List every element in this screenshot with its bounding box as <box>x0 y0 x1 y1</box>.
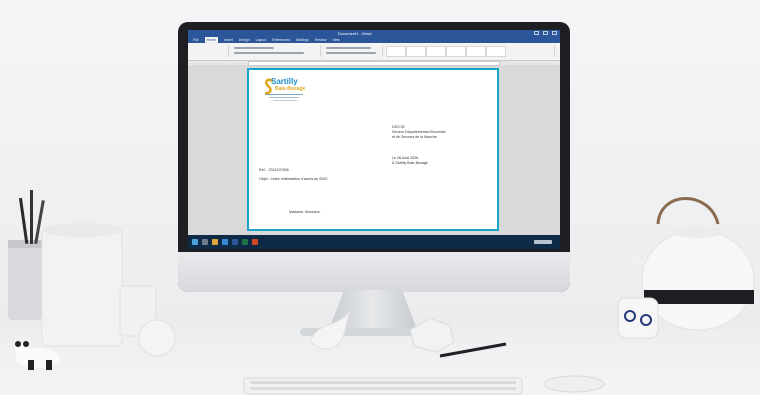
desk-foreground <box>243 309 605 395</box>
style-heading1[interactable] <box>426 46 446 57</box>
word-title-bar: Document1 - Word <box>188 30 560 37</box>
window-title: Document1 - Word <box>338 31 372 36</box>
powerpoint-icon[interactable] <box>252 239 258 245</box>
excel-icon[interactable] <box>242 239 248 245</box>
bird-figurine <box>309 309 351 350</box>
logo-subtitle: Baie-Bocage <box>275 86 306 92</box>
editing-group[interactable] <box>524 45 555 57</box>
ribbon-toolbar <box>188 43 560 61</box>
monitor-screen: Document1 - Word File Home Insert Design… <box>188 30 560 249</box>
recipient-line-1: DDS 50 <box>392 125 405 129</box>
pencil-cup <box>8 240 42 320</box>
date-line-1: Le 26 Août 2026, <box>392 156 420 160</box>
mouse <box>543 375 605 393</box>
style-title[interactable] <box>466 46 486 57</box>
search-icon[interactable] <box>202 239 208 245</box>
style-normal[interactable] <box>386 46 406 57</box>
pens <box>18 190 45 245</box>
window-controls <box>534 31 557 35</box>
minimize-icon[interactable] <box>534 31 539 35</box>
style-heading2[interactable] <box>446 46 466 57</box>
crumpled-paper <box>409 317 455 353</box>
date-line-2: À Sartilly Baie-Bocage <box>392 161 428 165</box>
windows-taskbar <box>188 235 560 249</box>
lattice-vase <box>41 223 123 347</box>
monitor-chin <box>178 252 570 292</box>
document-page[interactable]: Sartilly Baie-Bocage DDS 50 Service Dépa… <box>247 68 499 231</box>
ruler <box>248 61 500 66</box>
white-sphere <box>138 319 176 357</box>
style-no-spacing[interactable] <box>406 46 426 57</box>
folder-icon[interactable] <box>212 239 218 245</box>
clipboard-group[interactable] <box>190 45 229 57</box>
recipient-line-3: et de Secours de la Manche <box>392 135 437 139</box>
recipient-line-2: Service Départemental d'Incendie <box>392 130 446 134</box>
salutation: Madame, Monsieur, <box>289 210 321 214</box>
keyboard <box>243 377 523 395</box>
desk-decor-left <box>8 190 176 370</box>
start-icon[interactable] <box>192 239 198 245</box>
maximize-icon[interactable] <box>543 31 548 35</box>
style-subtitle[interactable] <box>486 46 506 57</box>
logo-name: Sartilly <box>271 77 298 86</box>
browser-icon[interactable] <box>222 239 228 245</box>
clock-icon <box>534 240 552 244</box>
pen <box>439 342 507 358</box>
subject: Objet : Lettre d'attestation d'accès au … <box>259 177 328 181</box>
reference: Réf. : 2021/07/008 <box>259 168 289 172</box>
word-icon[interactable] <box>232 239 238 245</box>
close-icon[interactable] <box>552 31 557 35</box>
